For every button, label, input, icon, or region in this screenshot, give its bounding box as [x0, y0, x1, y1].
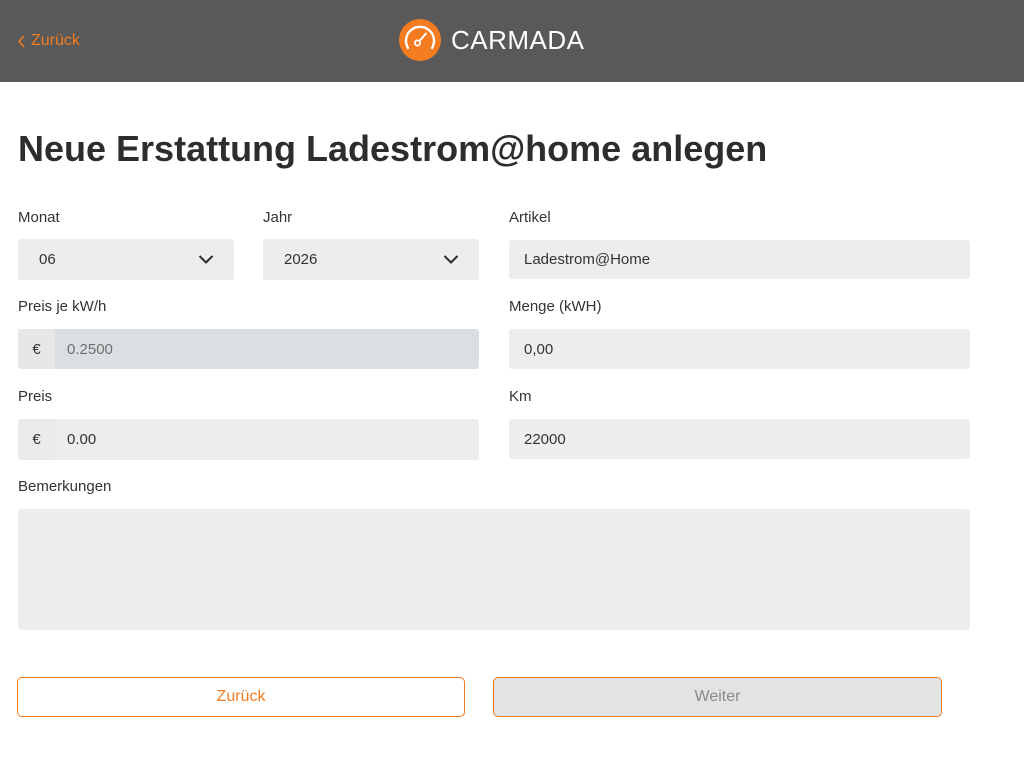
- remarks-label: Bemerkungen: [18, 478, 112, 495]
- article-value: Ladestrom@Home: [524, 251, 651, 268]
- next-button[interactable]: Weiter: [493, 677, 942, 717]
- euro-currency-addon: €: [18, 329, 55, 369]
- article-field[interactable]: Ladestrom@Home: [509, 240, 970, 279]
- year-label: Jahr: [263, 209, 293, 226]
- header-back-label: Zurück: [31, 32, 80, 49]
- chevron-down-icon: [198, 255, 214, 264]
- quantity-field[interactable]: 0,00: [509, 329, 970, 369]
- price-per-kwh-label: Preis je kW/h: [18, 298, 107, 315]
- price-field[interactable]: € 0.00: [18, 419, 479, 460]
- month-label: Monat: [18, 209, 60, 226]
- price-per-kwh-field[interactable]: € 0.2500: [18, 329, 479, 369]
- page-title: Neue Erstattung Ladestrom@home anlegen: [18, 128, 768, 169]
- brand-name: CARMADA: [451, 24, 585, 55]
- year-select[interactable]: 2026: [263, 239, 479, 280]
- top-bar: Zurück CARMADA: [0, 0, 1024, 82]
- year-value: 2026: [284, 251, 318, 268]
- chevron-down-icon: [443, 255, 459, 264]
- price-value: 0.00: [67, 431, 97, 448]
- brand: CARMADA: [399, 18, 585, 62]
- quantity-label: Menge (kWH): [509, 298, 602, 315]
- km-field[interactable]: 22000: [509, 419, 970, 459]
- quantity-value: 0,00: [524, 340, 554, 358]
- chevron-left-icon: [17, 34, 25, 48]
- month-value: 06: [39, 251, 56, 268]
- header-back-link[interactable]: Zurück: [17, 30, 80, 52]
- euro-currency-addon: €: [18, 419, 55, 460]
- month-select[interactable]: 06: [18, 239, 234, 280]
- km-value: 22000: [524, 430, 566, 448]
- price-label: Preis: [18, 388, 53, 405]
- km-label: Km: [509, 388, 532, 405]
- remarks-textarea[interactable]: [18, 509, 970, 630]
- article-label: Artikel: [509, 209, 551, 226]
- back-button[interactable]: Zurück: [17, 677, 465, 717]
- price-per-kwh-value: 0.2500: [67, 340, 113, 358]
- speedometer-logo-icon: [399, 19, 441, 61]
